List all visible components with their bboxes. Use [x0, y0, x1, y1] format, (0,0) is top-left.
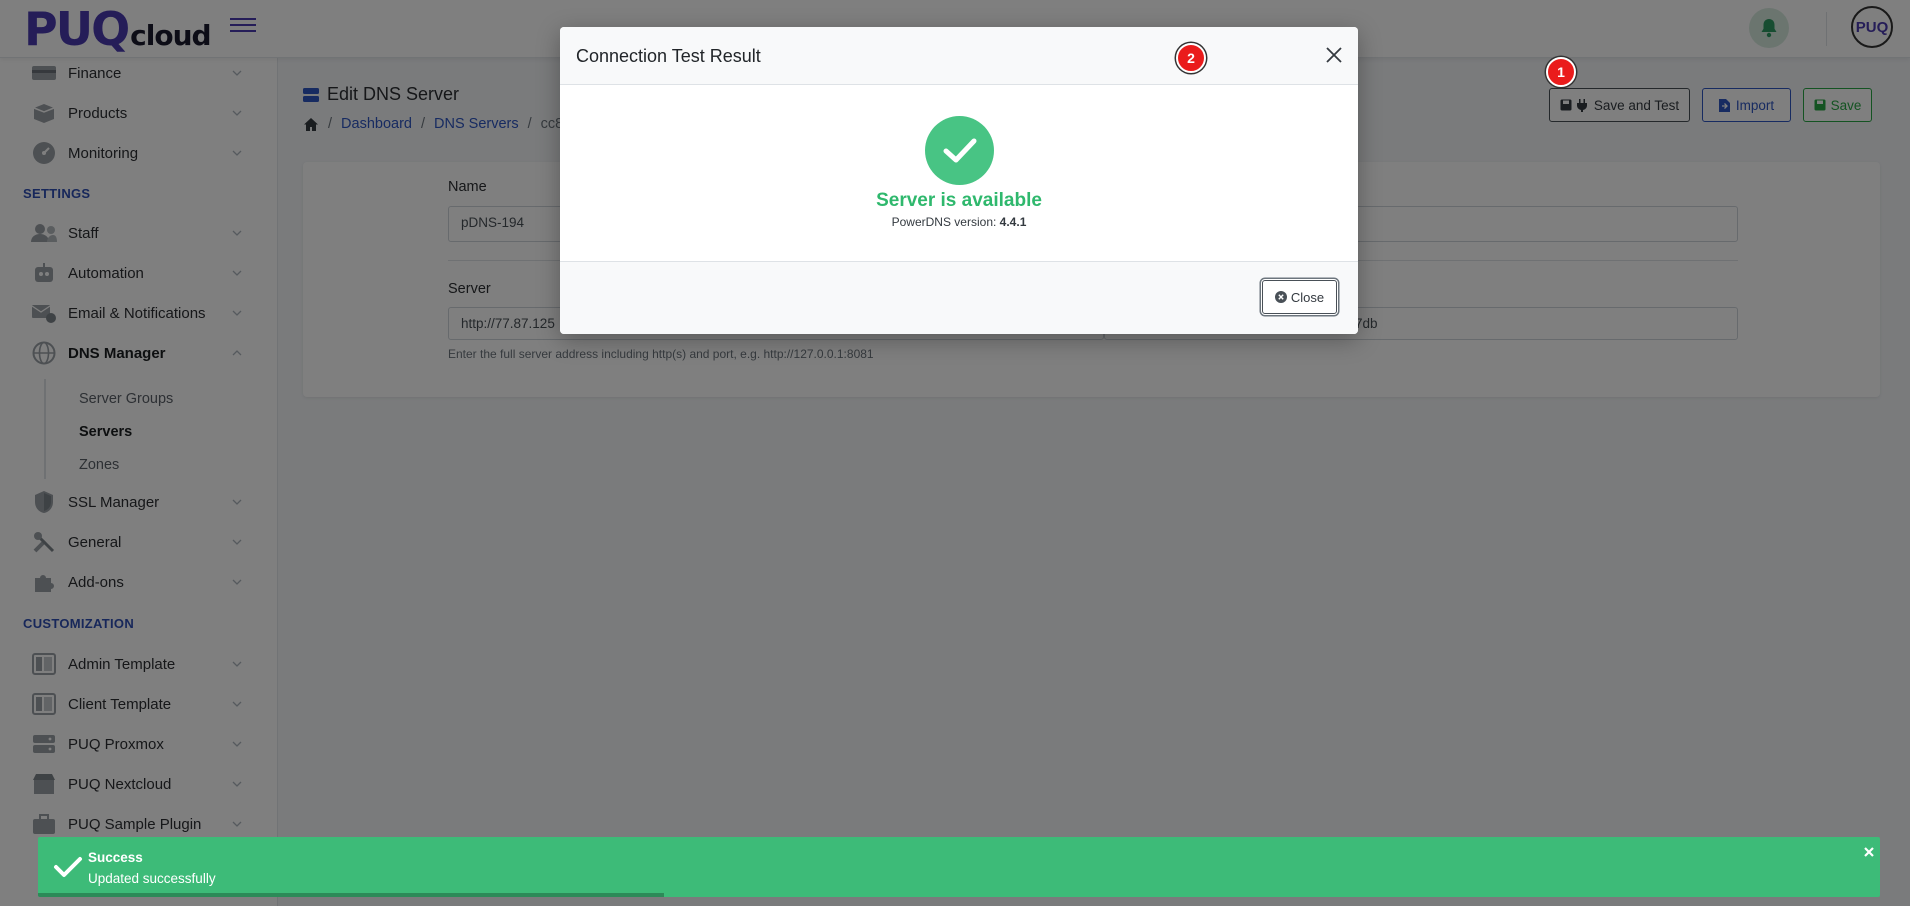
checkmark-icon [54, 857, 82, 877]
annotation-badge-2: 2 [1176, 43, 1206, 73]
status-title: Server is available [876, 190, 1042, 211]
toast-progress-bar [38, 893, 665, 897]
modal-header: Connection Test Result 2 [560, 27, 1358, 85]
close-label: Close [1290, 289, 1325, 305]
toast-message: Updated successfully [88, 871, 216, 886]
modal-footer: Close [560, 261, 1358, 334]
close-icon[interactable] [1324, 45, 1344, 65]
success-toast: Success Updated successfully [38, 837, 1880, 897]
close-button[interactable]: Close [1262, 280, 1337, 314]
close-circle-icon [1274, 291, 1287, 303]
success-check-icon [925, 116, 994, 185]
close-icon[interactable] [1862, 845, 1876, 859]
version-prefix: PowerDNS version: [891, 215, 1000, 229]
toast-title: Success [88, 850, 143, 865]
connection-test-modal: Connection Test Result 2 Server is avail… [560, 27, 1358, 334]
version-text: PowerDNS version: 4.4.1 [560, 215, 1358, 229]
annotation-badge-1: 1 [1546, 57, 1576, 87]
version-value: 4.4.1 [999, 215, 1027, 229]
modal-title: Connection Test Result [576, 46, 761, 66]
